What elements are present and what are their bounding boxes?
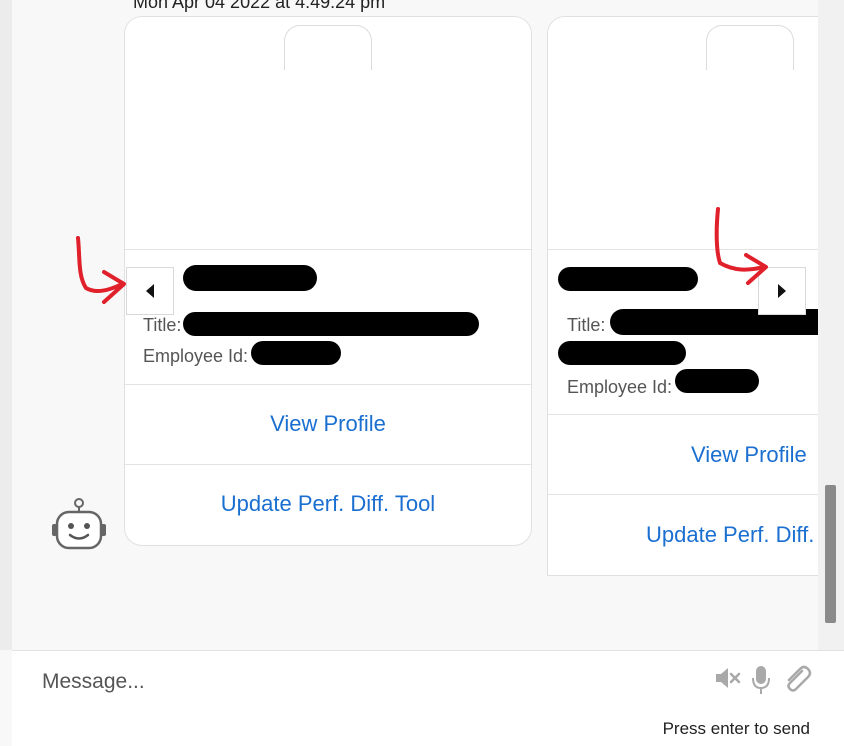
view-profile-button[interactable]: View Profile <box>125 411 531 437</box>
redacted-employee-id <box>675 369 759 393</box>
title-label: Title: <box>567 315 606 335</box>
employee-id: Employee Id: <box>567 377 672 398</box>
send-hint: Press enter to send <box>662 719 810 738</box>
scrollbar-thumb[interactable] <box>825 485 836 623</box>
card-divider <box>548 494 818 495</box>
employee-title: Title: <box>567 315 605 336</box>
photo-frame-tab <box>284 25 372 70</box>
view-profile-button[interactable]: View Profile <box>691 442 818 468</box>
chat-area: Mon Apr 04 2022 at 4:49:24 pm Title: Emp… <box>12 0 818 650</box>
employee-id: Employee Id: <box>143 346 248 367</box>
left-panel-edge <box>0 0 12 650</box>
employee-id-label: Employee Id: <box>567 377 673 397</box>
card-divider <box>125 384 531 385</box>
employee-photo <box>125 17 531 250</box>
title-label: Title: <box>143 315 182 335</box>
message-timestamp: Mon Apr 04 2022 at 4:49:24 pm <box>133 0 386 12</box>
message-composer: Press enter to send <box>12 650 844 746</box>
annotation-arrow-left <box>76 236 126 304</box>
bot-avatar-icon <box>52 498 106 550</box>
update-perf-diff-tool-button[interactable]: Update Perf. Diff. Tool <box>125 491 531 517</box>
update-perf-diff-tool-button[interactable]: Update Perf. Diff. Tool <box>646 522 818 548</box>
employee-card-1: Title: Employee Id: View Profile Update … <box>124 16 532 546</box>
redacted-name <box>183 265 317 291</box>
card-divider <box>125 464 531 465</box>
employee-id-label: Employee Id: <box>143 346 249 366</box>
chat-scrollbar[interactable] <box>818 0 844 650</box>
message-input[interactable] <box>42 667 682 697</box>
redacted-title-continued <box>558 341 686 365</box>
card-divider <box>548 414 818 415</box>
redacted-employee-id <box>251 341 341 365</box>
caret-left-icon <box>146 284 154 298</box>
photo-frame-tab <box>706 25 794 70</box>
redacted-name <box>558 267 698 291</box>
redacted-title <box>183 312 479 336</box>
annotation-arrow-right <box>714 207 768 285</box>
employee-title: Title: <box>143 315 181 336</box>
microphone-icon[interactable] <box>752 665 770 695</box>
paperclip-icon[interactable] <box>782 665 812 693</box>
speaker-mute-icon[interactable] <box>714 665 742 691</box>
